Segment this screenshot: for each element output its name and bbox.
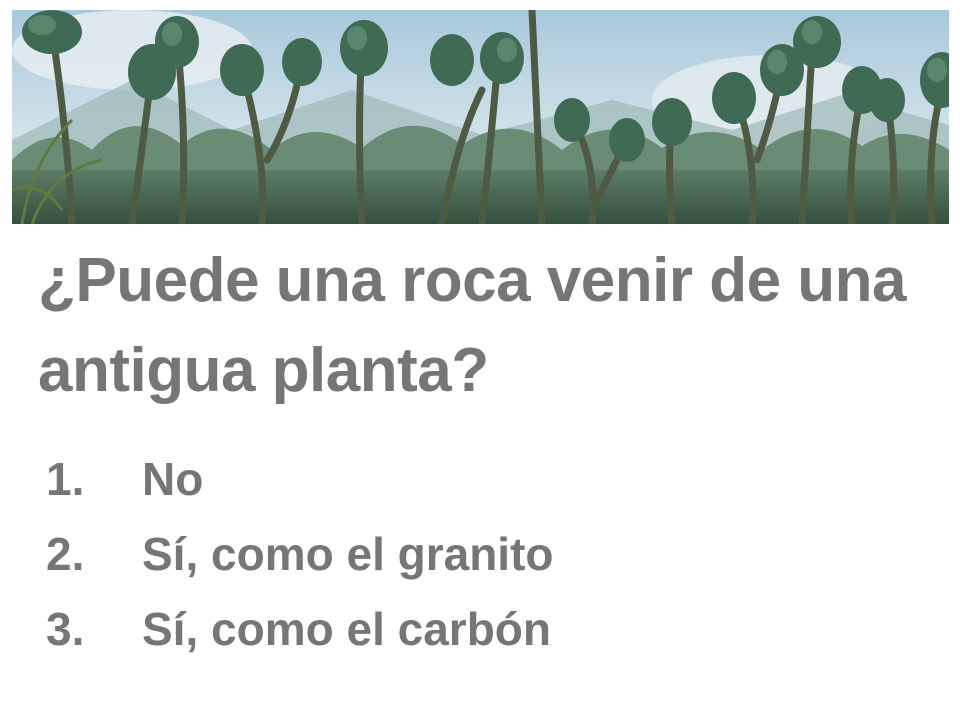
option-number: 1. xyxy=(46,453,85,505)
answer-option-3[interactable]: 3. Sí, como el carbón xyxy=(46,592,926,667)
option-number: 3. xyxy=(46,603,85,655)
option-text: Sí, como el carbón xyxy=(142,603,551,655)
answer-option-1[interactable]: 1. No xyxy=(46,442,926,517)
answer-options-list: 1. No 2. Sí, como el granito 3. Sí, como… xyxy=(46,442,926,667)
option-text: Sí, como el granito xyxy=(142,528,554,580)
prehistoric-forest-image xyxy=(12,10,949,224)
question-title: ¿Puede una roca venir de una antigua pla… xyxy=(38,246,907,405)
slide: ¿Puede una roca venir de una antigua pla… xyxy=(0,0,960,720)
option-number: 2. xyxy=(46,528,85,580)
answer-option-2[interactable]: 2. Sí, como el granito xyxy=(46,517,926,592)
option-text: No xyxy=(142,453,204,505)
